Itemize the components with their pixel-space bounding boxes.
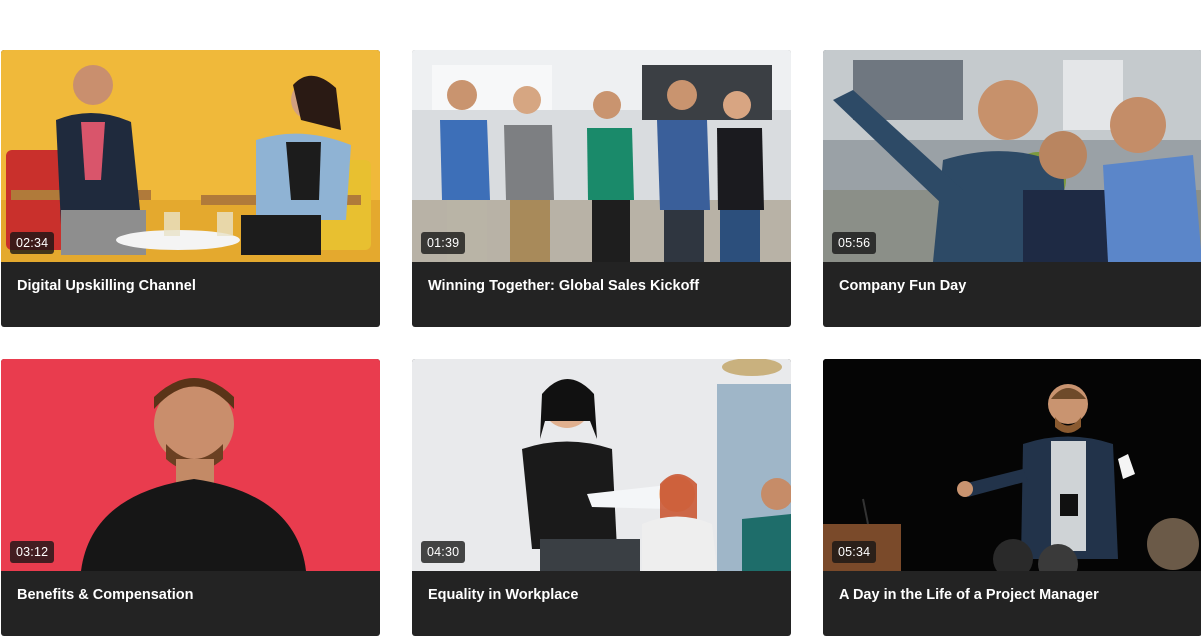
video-card[interactable]: 04:30 Equality in Workplace [412,359,791,636]
thumbnail-image [823,359,1201,571]
video-caption: Benefits & Compensation [1,571,380,636]
thumbnail-image [823,50,1201,262]
video-thumbnail[interactable]: 01:39 [412,50,791,262]
video-grid: 02:34 Digital Upskilling Channel 01:39 W… [0,0,1201,636]
thumbnail-image [1,359,380,571]
video-title[interactable]: Benefits & Compensation [17,586,380,604]
video-thumbnail[interactable]: 02:34 [1,50,380,262]
video-card[interactable]: 02:34 Digital Upskilling Channel [1,50,380,327]
duration-badge: 01:39 [421,232,466,254]
video-caption: Company Fun Day [823,262,1201,327]
video-thumbnail[interactable]: 05:56 [823,50,1201,262]
thumbnail-image [412,359,791,571]
video-title[interactable]: Winning Together: Global Sales Kickoff [428,277,791,295]
video-title[interactable]: Digital Upskilling Channel [17,277,380,295]
duration-badge: 05:34 [832,541,877,563]
thumbnail-image [412,50,791,262]
video-title[interactable]: Company Fun Day [839,277,1201,295]
duration-badge: 03:12 [10,541,55,563]
thumbnail-image [1,50,380,262]
video-card[interactable]: 05:56 Company Fun Day [823,50,1201,327]
video-card[interactable]: 05:34 A Day in the Life of a Project Man… [823,359,1201,636]
video-title[interactable]: Equality in Workplace [428,586,791,604]
video-thumbnail[interactable]: 03:12 [1,359,380,571]
duration-badge: 02:34 [10,232,55,254]
duration-badge: 04:30 [421,541,466,563]
video-thumbnail[interactable]: 04:30 [412,359,791,571]
video-caption: A Day in the Life of a Project Manager [823,571,1201,636]
duration-badge: 05:56 [832,232,877,254]
video-caption: Equality in Workplace [412,571,791,636]
video-title[interactable]: A Day in the Life of a Project Manager [839,586,1201,604]
video-caption: Digital Upskilling Channel [1,262,380,327]
video-card[interactable]: 01:39 Winning Together: Global Sales Kic… [412,50,791,327]
video-card[interactable]: 03:12 Benefits & Compensation [1,359,380,636]
video-thumbnail[interactable]: 05:34 [823,359,1201,571]
video-caption: Winning Together: Global Sales Kickoff [412,262,791,327]
